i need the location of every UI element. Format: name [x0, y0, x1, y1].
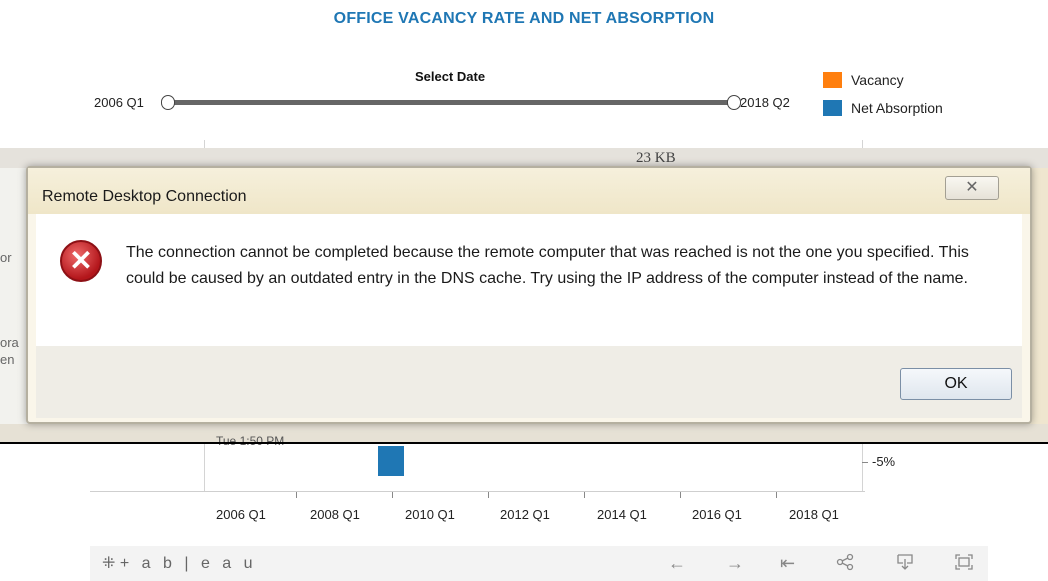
legend-item-net-absorption[interactable]: Net Absorption [823, 100, 943, 116]
redo-icon[interactable]: → [726, 553, 744, 574]
slider-label: Select Date [414, 69, 486, 84]
fullscreen-icon[interactable] [954, 553, 974, 576]
chart-title: OFFICE VACANCY RATE AND NET ABSORPTION [333, 10, 715, 27]
clipped-text: en [0, 352, 15, 367]
chart-x-axis [90, 491, 865, 492]
x-tick-label: 2006 Q1 [216, 507, 266, 522]
error-icon: ✕ [60, 240, 102, 282]
dialog-titlebar: Remote Desktop Connection ✕ [28, 168, 1030, 214]
background-window-strip [0, 148, 1048, 168]
legend-swatch-vacancy [823, 72, 842, 88]
net-absorption-bar[interactable] [378, 446, 404, 476]
clipped-text: or [0, 250, 12, 265]
slider-end-value: 2018 Q2 [740, 95, 790, 110]
download-icon[interactable] [896, 553, 914, 576]
dialog-close-button[interactable]: ✕ [945, 176, 999, 200]
ok-button[interactable]: OK [900, 368, 1012, 400]
revert-icon[interactable]: ⇤ [780, 553, 795, 574]
slider-start-value: 2006 Q1 [94, 95, 144, 110]
y-tick-mark [862, 462, 868, 463]
dialog-title: Remote Desktop Connection [42, 188, 247, 205]
legend-label-vacancy: Vacancy [851, 72, 904, 88]
date-range-slider-track[interactable] [170, 100, 738, 105]
x-tick-label: 2018 Q1 [789, 507, 839, 522]
dialog-body: ✕ The connection cannot be completed bec… [36, 214, 1022, 346]
share-icon[interactable] [836, 553, 854, 576]
background-window-bottom [0, 424, 1048, 444]
slider-start-handle[interactable] [161, 95, 175, 110]
x-tick-label: 2010 Q1 [405, 507, 455, 522]
x-tick-mark [392, 492, 393, 498]
x-tick-mark [296, 492, 297, 498]
x-tick-mark [680, 492, 681, 498]
background-file-size: 23 KB [636, 150, 676, 166]
x-tick-mark [776, 492, 777, 498]
legend-swatch-net-absorption [823, 100, 842, 116]
tableau-logo[interactable]: ⁜ + a b | e a u [102, 553, 257, 573]
x-tick-label: 2008 Q1 [310, 507, 360, 522]
y-tick-label: -5% [872, 454, 896, 469]
remote-desktop-dialog: Remote Desktop Connection ✕ ✕ The connec… [26, 166, 1032, 424]
dialog-message: The connection cannot be completed becau… [126, 244, 969, 287]
slider-end-handle[interactable] [727, 95, 741, 110]
x-tick-mark [488, 492, 489, 498]
tableau-logo-mark-icon: ⁜ [102, 555, 120, 572]
legend-item-vacancy[interactable]: Vacancy [823, 72, 904, 88]
clipped-text: ora [0, 335, 19, 350]
x-tick-label: 2012 Q1 [500, 507, 550, 522]
clipped-clock-text: Tue 1:50 PM [216, 434, 285, 448]
legend-label-net-absorption: Net Absorption [851, 100, 943, 116]
tableau-logo-text: + a b | e a u [119, 555, 257, 572]
x-tick-label: 2016 Q1 [692, 507, 742, 522]
x-tick-label: 2014 Q1 [597, 507, 647, 522]
dialog-footer: OK [36, 346, 1022, 418]
x-tick-mark [584, 492, 585, 498]
tableau-toolbar: ⁜ + a b | e a u ← → ⇤ [90, 546, 988, 581]
undo-icon[interactable]: ← [668, 553, 686, 574]
screen-divider [0, 442, 1048, 444]
